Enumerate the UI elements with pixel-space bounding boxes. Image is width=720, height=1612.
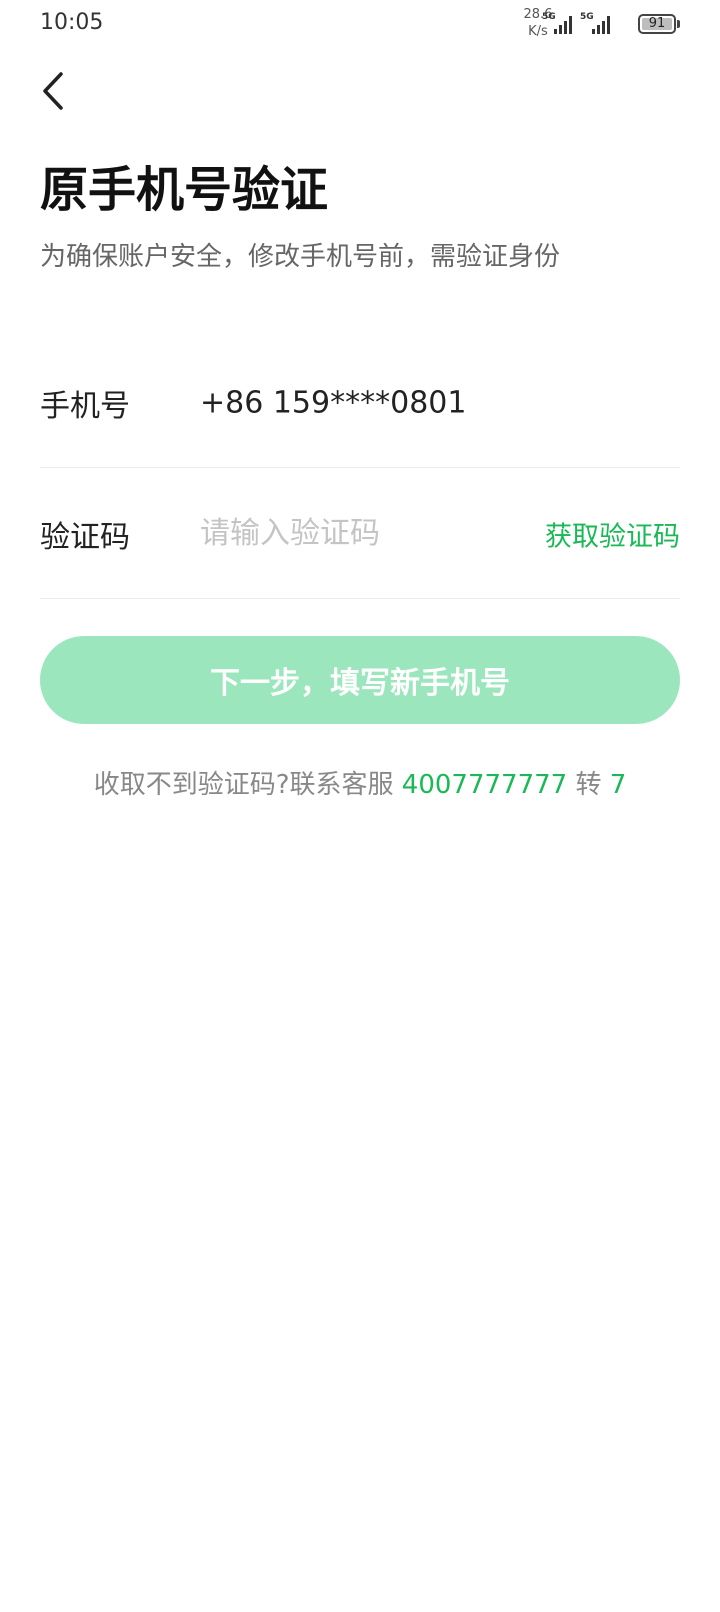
page-title: 原手机号验证 [40, 162, 329, 218]
code-input[interactable] [200, 509, 500, 558]
extension-number: 7 [609, 770, 627, 800]
next-step-button[interactable]: 下一步，填写新手机号 [40, 636, 680, 724]
signal-icon-2: 5G [580, 12, 614, 34]
phone-value: +86 159****0801 [200, 385, 467, 420]
extension-text: 转 [575, 770, 602, 800]
phone-label: 手机号 [40, 388, 130, 424]
battery-level: 91 [648, 16, 666, 31]
signal-icon: 5G [542, 12, 576, 34]
help-line: 收取不到验证码?联系客服 4007777777 转 7 [0, 764, 720, 801]
chevron-left-icon [43, 72, 63, 110]
code-row: 验证码 获取验证码 [40, 469, 680, 599]
status-bar: 10:05 28.6 K/s 5G 5G 91 [0, 0, 720, 48]
page-subtitle: 为确保账户安全，修改手机号前，需验证身份 [40, 242, 561, 272]
back-button[interactable] [28, 66, 78, 116]
code-label: 验证码 [40, 519, 130, 555]
help-text: 收取不到验证码?联系客服 [93, 770, 394, 800]
battery-icon: 91 [638, 14, 676, 34]
get-code-button[interactable]: 获取验证码 [545, 514, 680, 553]
support-phone-link[interactable]: 4007777777 [402, 770, 567, 800]
status-time: 10:05 [40, 10, 104, 35]
phone-verification-screen: 10:05 28.6 K/s 5G 5G 91 原手机号验证 为确保账户安全，修… [0, 0, 720, 1612]
phone-row: 手机号 +86 159****0801 [40, 338, 680, 468]
battery-cap [677, 20, 680, 28]
